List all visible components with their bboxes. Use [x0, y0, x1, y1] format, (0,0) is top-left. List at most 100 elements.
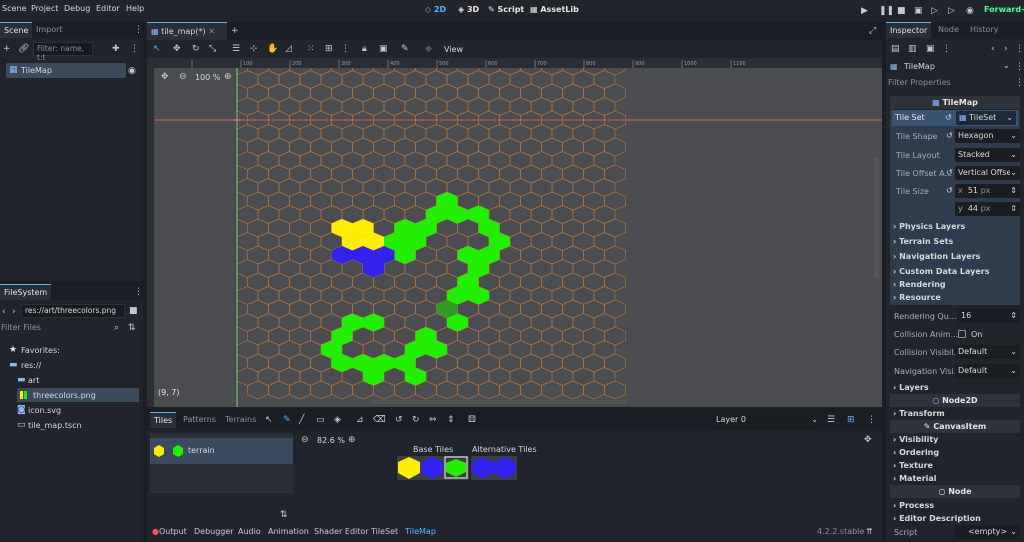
section-terrain-sets[interactable]: › Terrain Sets — [890, 235, 1020, 248]
camera-icon[interactable]: ◆ — [425, 44, 432, 54]
section-transform[interactable]: › Transform — [890, 407, 1020, 420]
link-icon[interactable]: 🔗︎ — [18, 44, 29, 54]
object-selector[interactable]: ▦ TileMap ⌄ — [888, 59, 1013, 75]
play-icon[interactable]: ▶ — [861, 6, 868, 16]
close-icon[interactable]: ✕ — [208, 27, 215, 36]
rendering-quadrant-value[interactable]: 16 ⇕ — [958, 309, 1020, 323]
fs-path-input[interactable]: res://art/threecolors.png — [21, 304, 125, 318]
expand-panel-icon[interactable]: ⇈ — [866, 527, 873, 536]
line-tool-icon[interactable]: ╱ — [299, 415, 304, 425]
filter-properties-input[interactable]: Filter Properties — [888, 78, 1008, 87]
fs-item-art[interactable]: art — [28, 376, 39, 385]
mode-2d-button[interactable]: ◇ 2D — [425, 5, 446, 14]
atlas-zoom-in-icon[interactable]: ⊕ — [348, 435, 356, 445]
tab-scene[interactable]: Scene — [0, 22, 33, 38]
section-editor-description[interactable]: › Editor Description — [890, 512, 1020, 525]
section-navigation-layers[interactable]: › Navigation Layers — [890, 250, 1020, 263]
movie-maker-icon[interactable]: ◉ — [966, 6, 974, 16]
pan-tool-icon[interactable]: ✋ — [267, 44, 278, 54]
tab-inspector[interactable]: Inspector — [886, 22, 932, 38]
section-rendering[interactable]: › Rendering — [890, 278, 1020, 291]
panel-menu-icon[interactable]: ⋮ — [867, 415, 876, 425]
tab-history[interactable]: History — [966, 22, 1002, 38]
tab-filesystem[interactable]: FileSystem — [0, 284, 52, 300]
tilemap-canvas[interactable]: 100 200 300 400 500 600 700 800 900 1000 1100 — [147, 58, 882, 407]
history-menu-icon[interactable]: ⋮ — [1015, 44, 1024, 54]
play-scene-icon[interactable]: ▷ — [931, 6, 938, 16]
section-ordering[interactable]: › Ordering — [890, 446, 1020, 459]
section-visibility[interactable]: › Visibility — [890, 433, 1020, 446]
random-tile-icon[interactable]: ⚄ — [468, 415, 476, 425]
object-menu-icon[interactable]: ⋮ — [1015, 62, 1024, 72]
resource-menu-icon[interactable]: ⋮ — [942, 44, 951, 54]
zoom-center-icon[interactable]: ✥ — [161, 72, 169, 82]
list-select-icon[interactable]: ☰ — [232, 44, 240, 54]
scene-menu-icon[interactable]: ⋮ — [130, 44, 139, 54]
bucket-icon[interactable]: ◈ — [334, 415, 341, 425]
tile-offset-select[interactable]: Vertical Offse ⌄ — [955, 166, 1020, 180]
move-tool-icon[interactable]: ✥ — [173, 44, 181, 54]
lock-icon[interactable]: 🔒︎ — [362, 44, 367, 54]
terrain-item[interactable]: terrain — [150, 438, 293, 464]
history-forward-icon[interactable]: › — [1004, 44, 1008, 54]
fs-filter-input[interactable]: Filter Files — [1, 323, 111, 332]
scale-tool-icon[interactable]: ⤡ — [209, 44, 216, 54]
tile-set-row[interactable]: Tile Set ↺ ▦ TileSet ⌄ — [892, 110, 1018, 126]
tab-audio[interactable]: Audio — [238, 527, 261, 536]
atlas-zoom[interactable]: 82.6 % — [317, 436, 345, 445]
flip-h-icon[interactable]: ⇔ — [429, 415, 437, 425]
scene-tree-item-tilemap[interactable]: ▦ TileMap — [6, 63, 126, 78]
revert-icon[interactable]: ↺ — [946, 168, 953, 177]
scene-tab[interactable]: ▦ tile_map(*) ✕ — [147, 22, 227, 40]
fs-favorites[interactable]: Favorites: — [21, 346, 60, 355]
menu-scene[interactable]: Scene — [2, 4, 26, 13]
sort-icon[interactable]: ⇅ — [128, 323, 136, 333]
tab-terrains[interactable]: Terrains — [221, 412, 260, 428]
ruler-tool-icon[interactable]: ◿ — [285, 44, 292, 54]
eraser-icon[interactable]: ⌫ — [373, 415, 386, 425]
vertical-scrollbar[interactable] — [874, 158, 879, 278]
open-resource-icon[interactable]: ▥ — [908, 44, 917, 54]
distraction-free-icon[interactable]: ⤢ — [869, 26, 876, 36]
tile-size-y[interactable]: y 44 px ⇕ — [955, 202, 1020, 216]
revert-icon[interactable]: ↺ — [945, 113, 952, 122]
horizontal-scrollbar[interactable] — [372, 400, 627, 404]
tile-size-x[interactable]: x 51 px ⇕ — [955, 184, 1020, 198]
fs-item-icon-svg[interactable]: icon.svg — [28, 406, 61, 415]
fs-item-tilemap-scene[interactable]: tile_map.tscn — [28, 421, 82, 430]
scene-filter-input[interactable]: Filter: name, t:t — [33, 42, 93, 62]
remote-debug-icon[interactable]: ▣ — [914, 6, 923, 16]
menu-project[interactable]: Project — [31, 4, 58, 13]
atlas-zoom-out-icon[interactable]: ⊖ — [301, 435, 309, 445]
paint-tile-icon[interactable]: ✎ — [283, 415, 291, 425]
add-tab-icon[interactable]: + — [231, 26, 239, 36]
pivot-icon[interactable]: ⊹ — [250, 44, 258, 54]
inspector-options-icon[interactable]: ⋮ — [1015, 78, 1024, 88]
tab-patterns[interactable]: Patterns — [179, 412, 220, 428]
section-resource[interactable]: › Resource — [890, 291, 1020, 304]
play-custom-icon[interactable]: ▷ — [948, 6, 955, 16]
section-physics-layers[interactable]: › Physics Layers — [890, 220, 1020, 233]
section-texture[interactable]: › Texture — [890, 459, 1020, 472]
new-resource-icon[interactable]: ▤ — [891, 44, 900, 54]
rotate-right-icon[interactable]: ↻ — [412, 415, 420, 425]
tile-shape-select[interactable]: Hexagon ⌄ — [955, 129, 1020, 143]
zoom-out-icon[interactable]: ⊖ — [179, 72, 187, 82]
fs-item-root[interactable]: res:// — [21, 361, 41, 370]
history-back-icon[interactable]: ‹ — [991, 44, 995, 54]
save-resource-icon[interactable]: ▣ — [926, 44, 935, 54]
layer-select[interactable]: Layer 0 ⌄ — [713, 413, 821, 427]
nav-vis-select[interactable]: Default ⌄ — [955, 364, 1020, 378]
viewport[interactable]: 100 200 300 400 500 600 700 800 900 1000 1100 ✥ ⊖ … — [147, 58, 882, 407]
tab-tiles[interactable]: Tiles — [150, 412, 177, 428]
renderer-label[interactable]: Forward+ — [984, 5, 1024, 14]
forward-icon[interactable]: › — [12, 307, 16, 317]
mode-script-button[interactable]: ✎ Script — [488, 5, 524, 14]
split-view-icon[interactable]: ■ — [129, 306, 138, 316]
revert-icon[interactable]: ↺ — [946, 186, 953, 195]
view-menu[interactable]: View — [444, 45, 463, 54]
menu-help[interactable]: Help — [126, 4, 144, 13]
collision-vis-select[interactable]: Default ⌄ — [955, 345, 1020, 359]
mode-3d-button[interactable]: ◈ 3D — [458, 5, 479, 14]
section-process[interactable]: › Process — [890, 499, 1020, 512]
